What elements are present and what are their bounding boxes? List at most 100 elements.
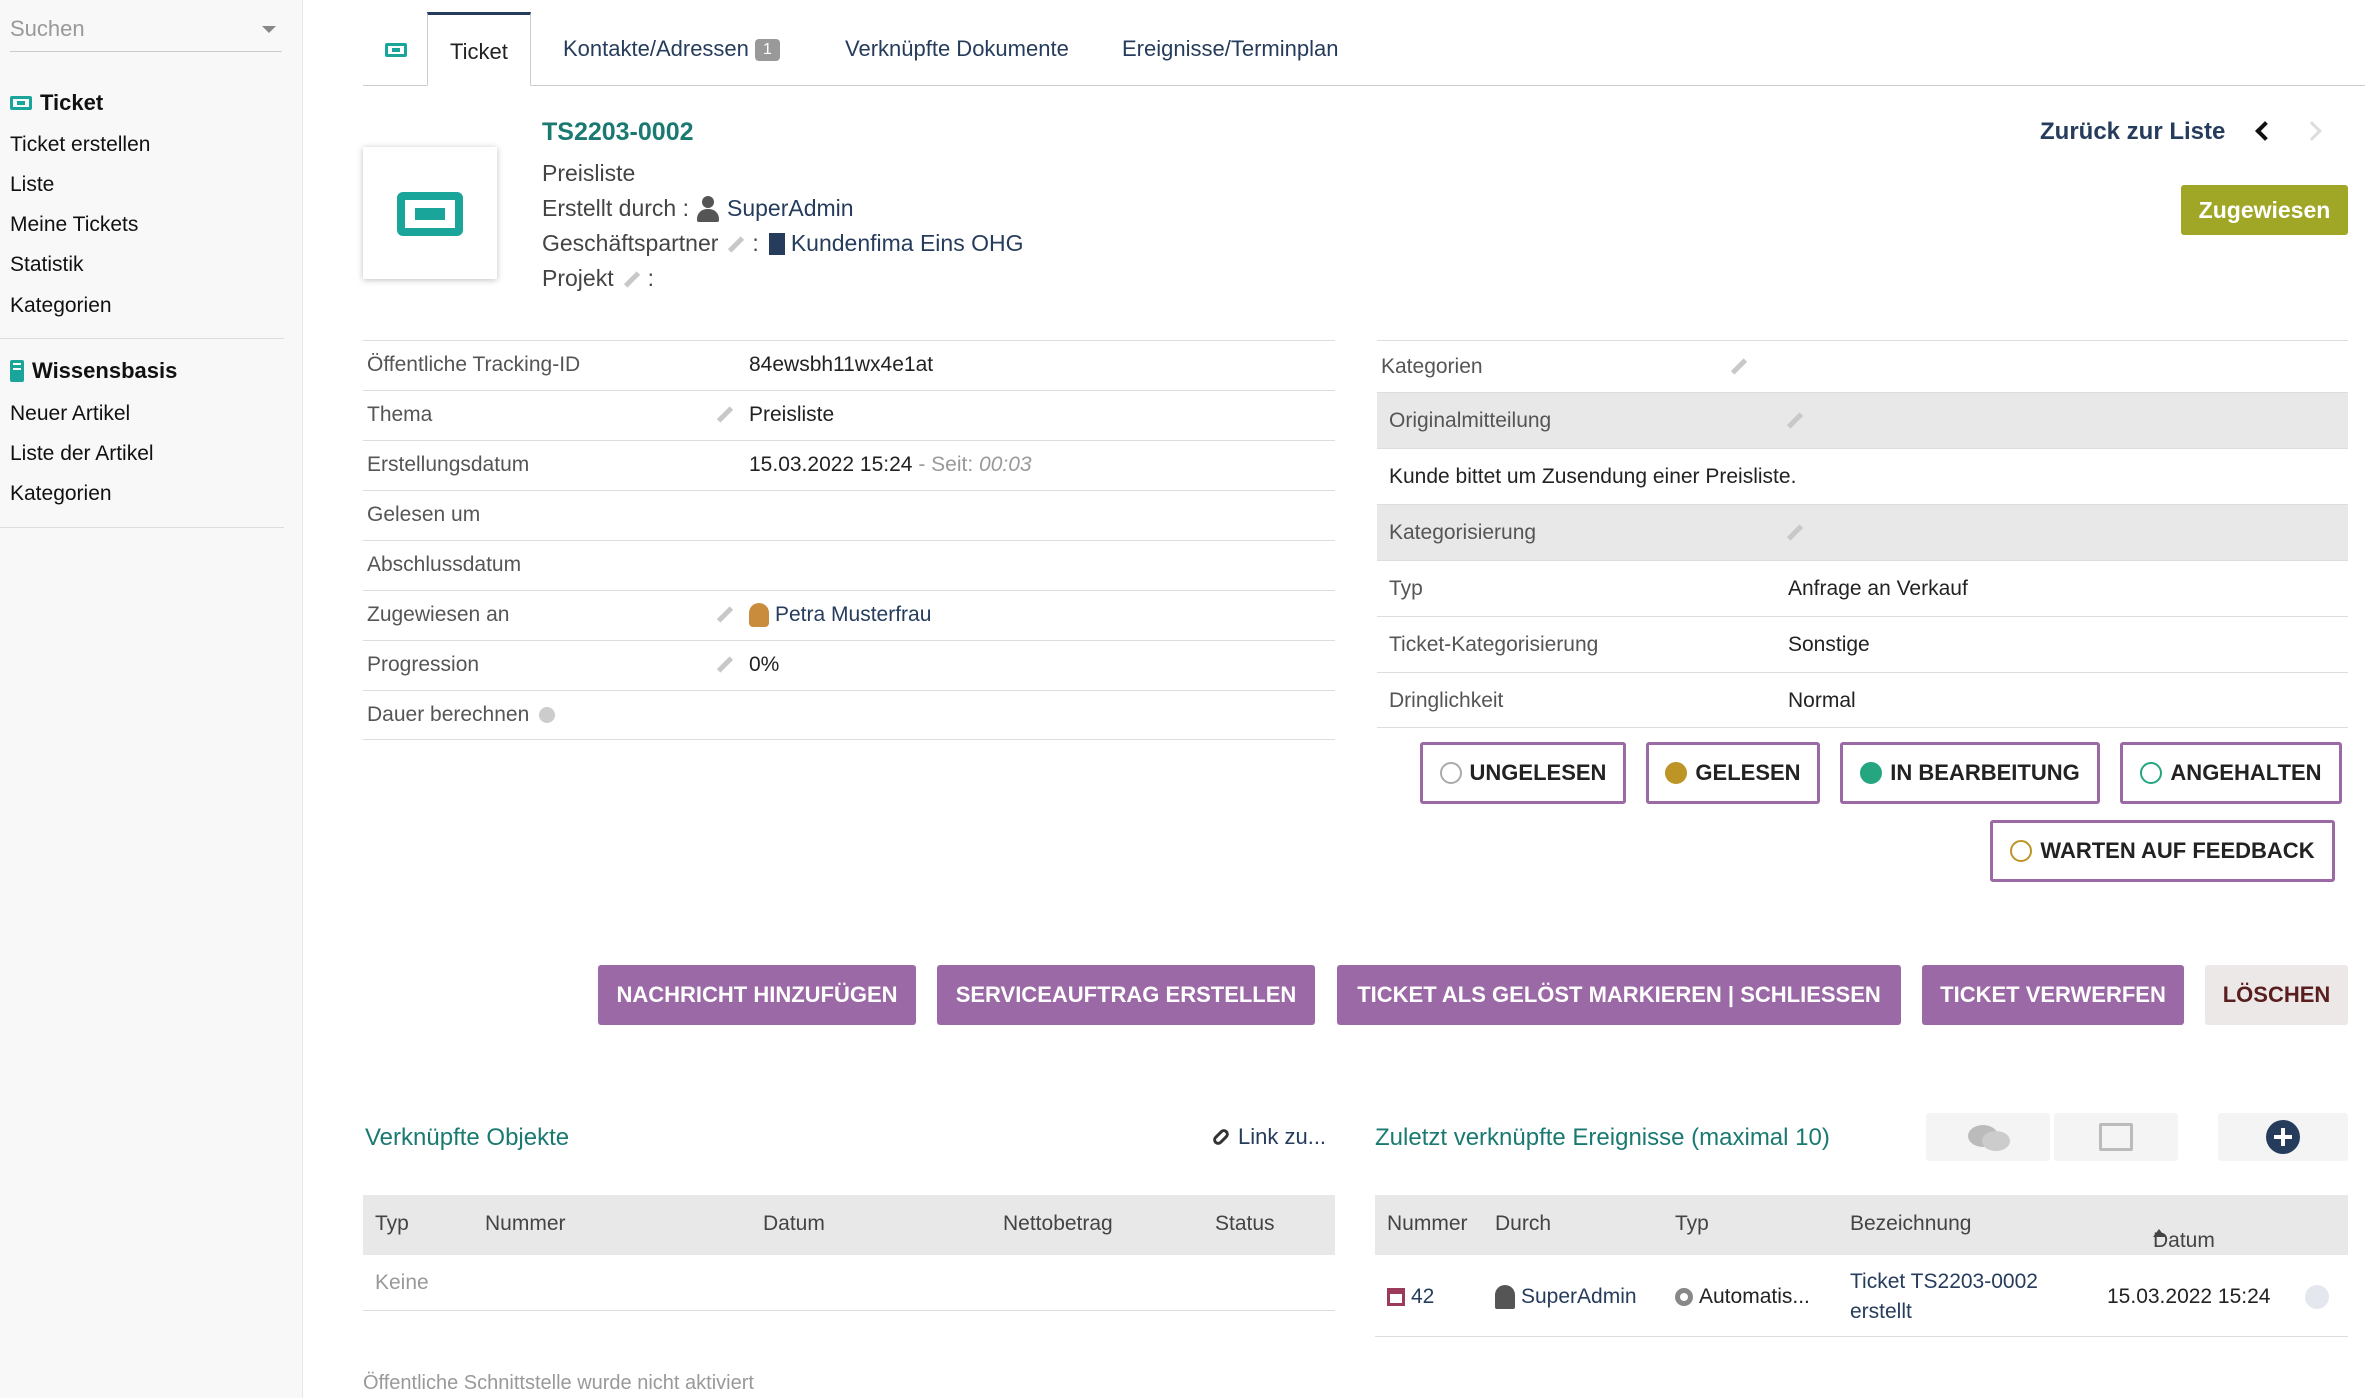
add-event-button[interactable] xyxy=(2218,1113,2348,1161)
original-message-text: Kunde bittet um Zusendung einer Preislis… xyxy=(1389,465,1797,488)
detail-label: Dauer berechnen xyxy=(367,703,556,727)
ticket-large-icon xyxy=(363,147,497,279)
categorization-row: Ticket-Kategorisierung Sonstige xyxy=(1377,616,2348,672)
status-in-progress-button[interactable]: IN BEARBEITUNG xyxy=(1840,742,2100,804)
detail-value: Preisliste xyxy=(749,403,835,426)
tab-ticket-icon[interactable] xyxy=(363,12,427,86)
edit-pencil-icon[interactable] xyxy=(620,268,642,290)
link-to-label: Link zu... xyxy=(1238,1124,1327,1149)
edit-pencil-icon[interactable] xyxy=(713,653,735,675)
prev-icon[interactable] xyxy=(2255,121,2275,141)
sidebar-item-new-article[interactable]: Neuer Artikel xyxy=(10,402,130,426)
tab-events[interactable]: Ereignisse/Terminplan xyxy=(1100,12,1360,86)
status-label: ANGEHALTEN xyxy=(2170,760,2322,785)
categorization-header: Kategorisierung xyxy=(1377,504,2348,560)
status-label: WARTEN AUF FEEDBACK xyxy=(2040,838,2315,863)
back-to-list-link[interactable]: Zurück zur Liste xyxy=(2040,118,2225,146)
event-by[interactable]: SuperAdmin xyxy=(1495,1285,1637,1309)
link-to-button[interactable]: Link zu... xyxy=(1211,1124,1327,1150)
event-date: 15.03.2022 15:24 xyxy=(2107,1285,2271,1308)
categorization-row-label: Typ xyxy=(1389,577,1423,600)
event-label-link[interactable]: Ticket TS2203-0002 erstellt xyxy=(1850,1267,2038,1327)
status-paused-button[interactable]: ANGEHALTEN xyxy=(2120,742,2342,804)
categorization-row-value: Normal xyxy=(1788,689,1856,712)
edit-pencil-icon[interactable] xyxy=(1727,355,1749,377)
event-type: Automatis... xyxy=(1675,1285,1810,1309)
footer-note: Öffentliche Schnittstelle wurde nicht ak… xyxy=(363,1372,754,1394)
sidebar-item-statistics[interactable]: Statistik xyxy=(10,253,84,277)
edit-pencil-icon[interactable] xyxy=(713,603,735,625)
partner-link[interactable]: Kundenfima Eins OHG xyxy=(791,230,1024,257)
sidebar-item-article-list[interactable]: Liste der Artikel xyxy=(10,442,154,466)
status-dot-icon xyxy=(2305,1285,2329,1309)
search-select[interactable]: Suchen xyxy=(10,12,282,52)
status-read-button[interactable]: GELESEN xyxy=(1646,742,1820,804)
status-waiting-feedback-button[interactable]: WARTEN AUF FEEDBACK xyxy=(1990,820,2335,882)
create-service-order-button[interactable]: SERVICEAUFTRAG ERSTELLEN xyxy=(937,965,1315,1025)
sidebar-heading-knowledgebase[interactable]: Wissensbasis xyxy=(10,358,177,384)
list-icon xyxy=(2099,1123,2133,1151)
column-header[interactable]: Typ xyxy=(1675,1212,1709,1236)
edit-pencil-icon[interactable] xyxy=(1783,409,1805,431)
column-header[interactable]: Durch xyxy=(1495,1212,1551,1236)
chat-view-button[interactable] xyxy=(1926,1113,2050,1161)
sidebar-item-my-tickets[interactable]: Meine Tickets xyxy=(10,213,138,237)
status-badge: Zugewiesen xyxy=(2181,185,2348,235)
mark-resolved-button[interactable]: TICKET ALS GELÖST MARKIEREN | SCHLIESSEN xyxy=(1337,965,1901,1025)
column-header[interactable]: Typ xyxy=(375,1212,409,1236)
tab-linked-documents[interactable]: Verknüpfte Dokumente xyxy=(823,12,1091,86)
edit-pencil-icon[interactable] xyxy=(1783,521,1805,543)
sidebar-item-list[interactable]: Liste xyxy=(10,173,54,197)
detail-label: Gelesen um xyxy=(367,503,481,526)
status-label: IN BEARBEITUNG xyxy=(1890,760,2080,785)
next-icon[interactable] xyxy=(2302,121,2322,141)
list-view-button[interactable] xyxy=(2054,1113,2178,1161)
partner-label: Geschäftspartner xyxy=(542,230,719,256)
edit-pencil-icon[interactable] xyxy=(713,403,735,425)
sidebar-heading-ticket[interactable]: Ticket xyxy=(10,90,103,116)
column-header[interactable]: Nummer xyxy=(485,1212,566,1236)
project-separator: : xyxy=(647,265,654,291)
edit-pencil-icon[interactable] xyxy=(724,233,746,255)
column-header[interactable]: Bezeichnung xyxy=(1850,1212,1971,1236)
status-dot-icon xyxy=(1860,762,1883,784)
tab-ticket[interactable]: Ticket xyxy=(427,12,531,86)
divider xyxy=(0,338,284,339)
column-header[interactable]: Nettobetrag xyxy=(1003,1212,1113,1236)
user-avatar-icon xyxy=(749,603,769,627)
tab-contacts[interactable]: Kontakte/Adressen 1 xyxy=(541,12,802,86)
detail-row: Progression 0% xyxy=(363,640,1335,690)
ticket-icon xyxy=(10,96,32,110)
delete-button[interactable]: LÖSCHEN xyxy=(2205,965,2348,1025)
tab-contacts-label: Kontakte/Adressen xyxy=(563,36,749,61)
chevron-down-icon[interactable] xyxy=(262,26,276,33)
sidebar-item-kb-categories[interactable]: Kategorien xyxy=(10,482,112,506)
detail-label: Erstellungsdatum xyxy=(367,453,530,476)
events-title: Zuletzt verknüpfte Ereignisse (maximal 1… xyxy=(1375,1124,1830,1151)
ticket-subject: Preisliste xyxy=(542,160,636,186)
assignee-link[interactable]: Petra Musterfrau xyxy=(775,603,931,627)
status-dot-icon xyxy=(1439,762,1462,784)
ticket-ref: TS2203-0002 xyxy=(542,118,694,146)
info-icon[interactable] xyxy=(539,707,556,723)
link-icon xyxy=(1211,1127,1231,1147)
created-by-row: Erstellt durch : SuperAdmin xyxy=(542,195,854,222)
event-number[interactable]: 42 xyxy=(1387,1285,1434,1309)
sidebar-heading-label: Wissensbasis xyxy=(32,358,178,383)
discard-ticket-button[interactable]: TICKET VERWERFEN xyxy=(1922,965,2184,1025)
column-header[interactable]: Status xyxy=(1215,1212,1275,1236)
add-message-button[interactable]: NACHRICHT HINZUFÜGEN xyxy=(598,965,916,1025)
column-header[interactable]: Nummer xyxy=(1387,1212,1468,1236)
status-dot-icon xyxy=(2140,762,2163,784)
detail-value: Petra Musterfrau xyxy=(749,603,931,627)
column-header[interactable]: Datum xyxy=(763,1212,825,1236)
divider xyxy=(0,527,284,528)
project-label: Projekt xyxy=(542,265,614,291)
sidebar-item-create-ticket[interactable]: Ticket erstellen xyxy=(10,133,150,157)
detail-row: Dauer berechnen xyxy=(363,690,1335,740)
detail-row: Zugewiesen an Petra Musterfrau xyxy=(363,590,1335,640)
created-by-link[interactable]: SuperAdmin xyxy=(727,195,854,222)
table-row: 42 SuperAdmin Automatis... Ticket TS2203… xyxy=(1375,1255,2348,1337)
status-unread-button[interactable]: UNGELESEN xyxy=(1420,742,1626,804)
sidebar-item-categories[interactable]: Kategorien xyxy=(10,294,112,318)
